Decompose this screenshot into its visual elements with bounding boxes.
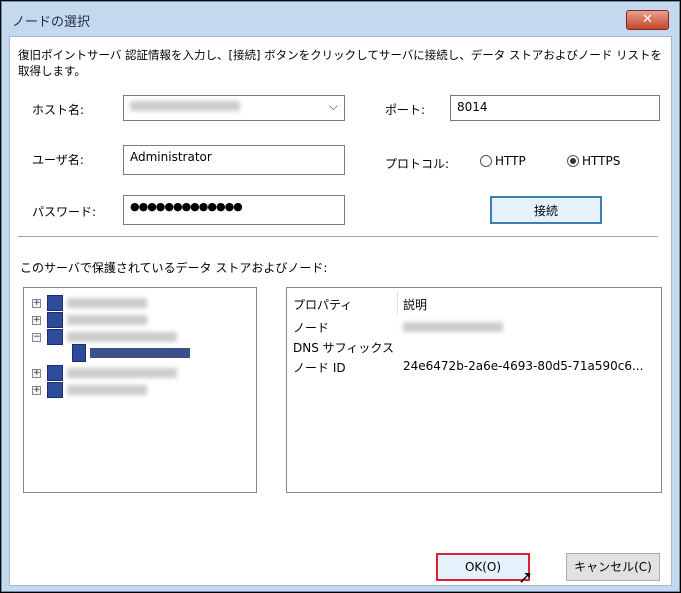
user-input[interactable]: Administrator [123,145,345,175]
tree-node[interactable]: + [32,312,147,328]
host-label: ホスト名: [32,103,85,117]
cancel-button[interactable]: キャンセル(C) [566,553,660,581]
property-value-blurred [403,321,503,335]
radio-https[interactable]: HTTPS [567,154,620,168]
radio-selected-icon [567,155,579,167]
password-input[interactable]: ●●●●●●●●●●●●● [123,195,345,225]
divider [18,236,658,237]
port-label: ポート: [385,103,426,117]
tree-node[interactable]: + [32,382,147,398]
tree-node[interactable]: + [32,295,147,311]
window-title: ノードの選択 [12,15,91,30]
dialog-window: ノードの選択 ✕ 復旧ポイントサーバ 認証情報を入力し、[接続] ボタンをクリッ… [1,1,680,592]
property-value: 24e6472b-2a6e-4693-80d5-71a590c6... [403,359,644,373]
protocol-label: プロトコル: [385,157,450,171]
tree-node[interactable]: − [32,329,177,345]
datastore-icon [47,329,63,345]
column-divider[interactable] [397,292,398,314]
chevron-down-icon: ⌵ [328,99,338,113]
password-label: パスワード: [32,205,97,219]
expand-icon[interactable]: + [32,315,41,325]
header-property: プロパティ [293,298,353,312]
user-label: ユーザ名: [32,153,84,167]
property-name: DNS サフィックス [293,341,395,355]
radio-label: HTTPS [582,154,621,168]
description-text: 復旧ポイントサーバ 認証情報を入力し、[接続] ボタンをクリックしてサーバに接続… [18,48,663,78]
tree-label: このサーバで保護されているデータ ストアおよびノード: [20,261,328,275]
datastore-icon [47,312,63,328]
expand-icon[interactable]: + [32,368,41,378]
header-description: 説明 [403,298,428,312]
tree-node[interactable]: + [32,365,177,381]
radio-label: HTTP [495,154,526,168]
radio-http[interactable]: HTTP [480,154,526,168]
host-select[interactable]: ⌵ [123,95,345,121]
tree-node-selected[interactable] [72,344,190,362]
connect-button[interactable]: 接続 [490,196,602,224]
expand-icon[interactable]: + [32,298,41,308]
port-input[interactable]: 8014 [450,95,660,121]
property-name: ノード ID [293,361,346,375]
properties-panel: プロパティ 説明 ノード DNS サフィックス ノード ID 24e6472b-… [286,287,662,493]
collapse-icon[interactable]: − [32,332,41,342]
datastore-icon [47,382,63,398]
expand-icon[interactable]: + [32,385,41,395]
datastore-icon [47,295,63,311]
ok-button[interactable]: OK(O) [436,553,530,581]
selected-node-label [90,348,190,358]
mouse-cursor-icon: ➚ [518,567,534,588]
node-icon [72,344,86,362]
radio-icon [480,155,492,167]
datastore-tree[interactable]: + + − + + [23,287,257,493]
close-button[interactable]: ✕ [626,10,669,30]
dialog-body: 復旧ポイントサーバ 認証情報を入力し、[接続] ボタンをクリックしてサーバに接続… [9,36,672,588]
datastore-icon [47,365,63,381]
property-name: ノード [293,321,330,335]
